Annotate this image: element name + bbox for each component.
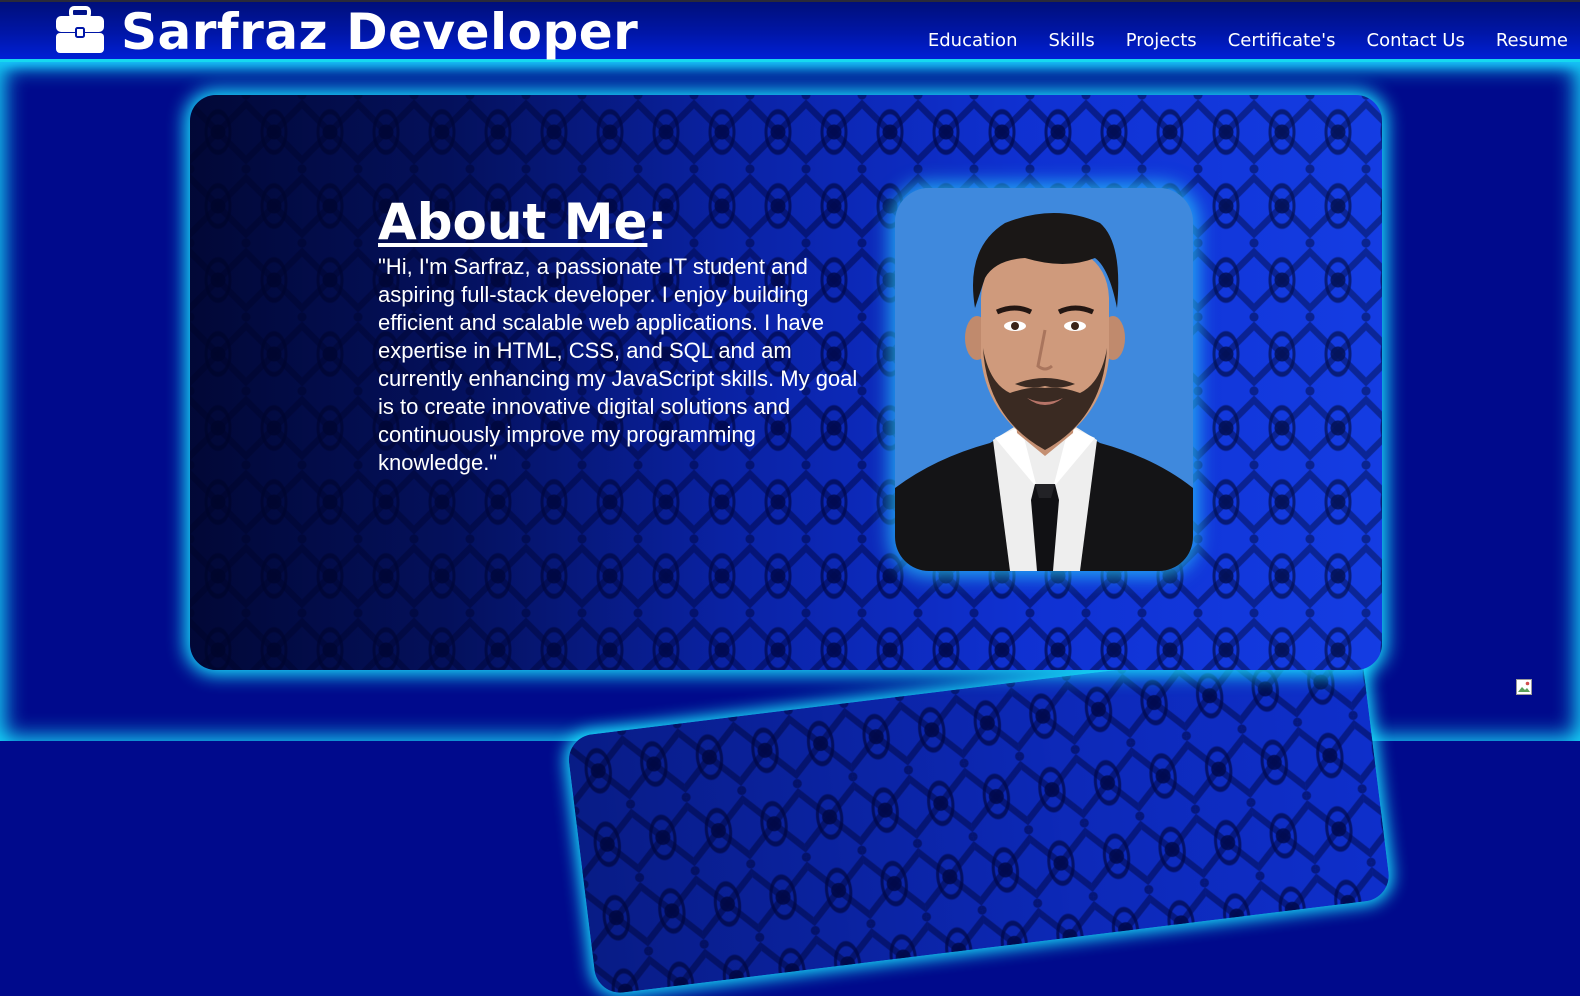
brand-name: Sarfraz Developer (121, 3, 639, 61)
about-section: About Me: "Hi, I'm Sarfraz, a passionate… (190, 95, 1382, 670)
nav-link-projects[interactable]: Projects (1126, 28, 1197, 54)
broken-image-icon (1516, 679, 1532, 695)
about-description: "Hi, I'm Sarfraz, a passionate IT studen… (378, 254, 858, 475)
nav-link-resume[interactable]: Resume (1496, 28, 1568, 54)
briefcase-icon (55, 6, 105, 58)
next-section-card (565, 640, 1392, 996)
profile-photo-icon (895, 188, 1193, 571)
nav-link-contact-us[interactable]: Contact Us (1367, 28, 1465, 54)
main-nav: Education Skills Projects Certificate's … (928, 28, 1568, 54)
card-overlay (565, 640, 1392, 996)
brand[interactable]: Sarfraz Developer (55, 4, 638, 60)
about-text-block: About Me: "Hi, I'm Sarfraz, a passionate… (378, 193, 858, 477)
top-navbar: Sarfraz Developer Education Skills Proje… (0, 0, 1580, 62)
nav-link-certificates[interactable]: Certificate's (1228, 28, 1336, 54)
about-title: About Me (378, 193, 648, 251)
about-heading: About Me: (378, 193, 858, 251)
nav-link-skills[interactable]: Skills (1048, 28, 1094, 54)
nav-link-education[interactable]: Education (928, 28, 1018, 54)
about-title-colon: : (647, 193, 668, 251)
profile-photo (895, 188, 1193, 571)
